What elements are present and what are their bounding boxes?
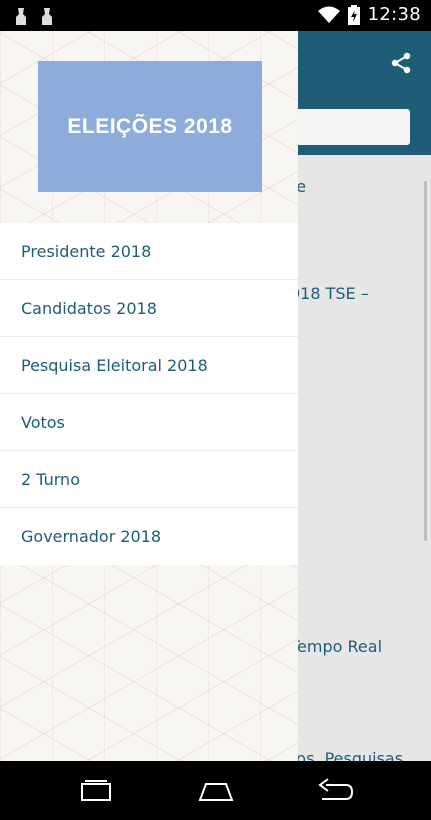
notification-icon <box>42 8 52 25</box>
list-item-text: 018 TSE – <box>290 284 369 303</box>
menu-item-label: 2 Turno <box>21 469 80 489</box>
drawer-header: ELEIÇÕES 2018 <box>0 31 298 223</box>
drawer-menu: Presidente 2018 Candidatos 2018 Pesquisa… <box>0 223 298 565</box>
banner-logo: ELEIÇÕES 2018 <box>38 61 262 192</box>
banner-text: ELEIÇÕES 2018 <box>67 114 233 138</box>
system-nav-bar <box>0 761 431 820</box>
menu-item-candidatos-2018[interactable]: Candidatos 2018 <box>0 280 298 337</box>
menu-item-votos[interactable]: Votos <box>0 394 298 451</box>
recents-icon[interactable] <box>76 776 116 806</box>
menu-item-label: Presidente 2018 <box>21 241 152 261</box>
menu-item-label: Candidatos 2018 <box>21 298 157 318</box>
home-icon[interactable] <box>196 776 236 806</box>
list-item-text: Tempo Real <box>290 637 383 656</box>
share-icon[interactable] <box>389 51 413 75</box>
wifi-icon <box>317 6 340 23</box>
clock: 12:38 <box>367 4 421 25</box>
menu-item-label: Pesquisa Eleitoral 2018 <box>21 355 208 375</box>
menu-item-label: Votos <box>21 412 65 432</box>
back-icon[interactable] <box>316 776 356 806</box>
battery-icon <box>347 4 360 25</box>
notification-icons <box>14 6 54 26</box>
navigation-drawer: ELEIÇÕES 2018 Presidente 2018 Candidatos… <box>0 31 298 761</box>
menu-item-label: Governador 2018 <box>21 527 162 546</box>
menu-item-2-turno[interactable]: 2 Turno <box>0 451 298 508</box>
menu-item-presidente-2018[interactable]: Presidente 2018 <box>0 223 298 280</box>
menu-item-pesquisa-eleitoral-2018[interactable]: Pesquisa Eleitoral 2018 <box>0 337 298 394</box>
notification-icon <box>16 8 26 25</box>
status-bar: 12:38 <box>0 0 431 31</box>
scrollbar[interactable] <box>424 181 427 541</box>
menu-item-governador-2018[interactable]: Governador 2018 <box>0 508 298 565</box>
list-item-text: tos, Pesquisas <box>290 749 404 761</box>
